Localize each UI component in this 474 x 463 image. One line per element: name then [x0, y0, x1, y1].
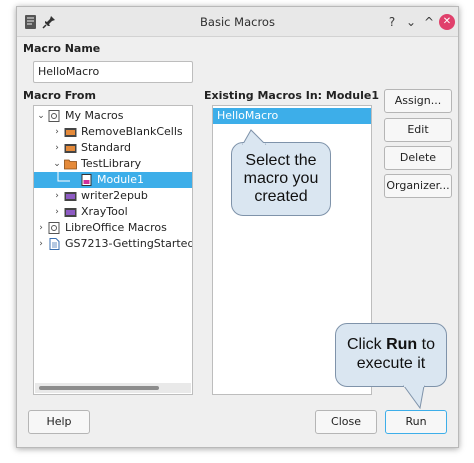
help-button[interactable]: Help — [28, 410, 90, 434]
chevron-right-icon[interactable]: › — [52, 188, 62, 204]
tree-item-module1[interactable]: Module1 — [34, 172, 192, 188]
close-button[interactable]: Close — [315, 410, 377, 434]
tree-item-libreoffice-macros[interactable]: › LibreOffice Macros — [34, 220, 192, 236]
chevron-right-icon[interactable]: › — [52, 140, 62, 156]
assign-button[interactable]: Assign... — [384, 89, 452, 113]
callout-pointer — [242, 129, 267, 145]
chevron-right-icon[interactable]: › — [52, 204, 62, 220]
library-icon — [64, 208, 77, 217]
callout-line: created — [254, 188, 308, 205]
help-icon[interactable]: ? — [384, 14, 400, 30]
existing-macros-label: Existing Macros In: Module1 — [204, 89, 379, 102]
callout-run-bold: Run — [386, 336, 418, 353]
horizontal-scrollbar[interactable] — [35, 383, 191, 393]
library-icon — [64, 128, 77, 137]
tree-item-label: LibreOffice Macros — [65, 221, 167, 234]
chevron-right-icon[interactable]: › — [52, 124, 62, 140]
tree-item-label: GS7213-GettingStartedWith — [65, 237, 192, 250]
chevron-right-icon[interactable]: › — [36, 236, 46, 252]
callout-line: Click Run to — [336, 335, 446, 354]
module-icon — [81, 174, 92, 186]
select-macro-callout: Select the macro you created — [231, 142, 331, 216]
delete-button[interactable]: Delete — [384, 146, 452, 170]
callout-line: execute it — [356, 355, 426, 372]
tree-item-standard[interactable]: › Standard — [34, 140, 192, 156]
tree-item-document[interactable]: › GS7213-GettingStartedWith — [34, 236, 192, 252]
callout-line: macro you — [243, 170, 319, 187]
tree-item-writer2epub[interactable]: › writer2epub — [34, 188, 192, 204]
callout-line: Select the — [245, 152, 317, 169]
run-callout: Click Run to execute it — [335, 323, 447, 387]
macro-from-label: Macro From — [23, 89, 96, 102]
basic-macros-dialog: Basic Macros ? ⌄ ^ ✕ Macro Name HelloMac… — [16, 6, 459, 448]
chevron-right-icon[interactable]: › — [36, 220, 46, 236]
tree-item-label: TestLibrary — [81, 157, 142, 170]
tree-item-label: RemoveBlankCells — [81, 125, 183, 138]
list-item-hellomacro[interactable]: HelloMacro — [217, 108, 367, 124]
tree-connector — [57, 172, 70, 182]
run-button[interactable]: Run — [385, 410, 447, 434]
minimize-icon[interactable]: ⌄ — [403, 14, 419, 30]
tree-item-removeblankcells[interactable]: › RemoveBlankCells — [34, 124, 192, 140]
library-open-icon — [64, 159, 77, 170]
chevron-down-icon[interactable]: ⌄ — [36, 108, 46, 124]
macro-name-input[interactable]: HelloMacro — [33, 61, 193, 83]
tree-item-label: My Macros — [65, 109, 124, 122]
callout-pointer — [403, 385, 425, 409]
callout-text: Click — [346, 336, 387, 353]
tree-item-my-macros[interactable]: ⌄ My Macros — [34, 108, 192, 124]
document-icon — [49, 238, 60, 250]
title-bar: Basic Macros ? ⌄ ^ ✕ — [17, 7, 458, 37]
chevron-down-icon[interactable]: ⌄ — [52, 156, 62, 172]
macro-library-tree[interactable]: ⌄ My Macros › RemoveBlankCells › Standar… — [33, 105, 193, 395]
maximize-icon[interactable]: ^ — [421, 14, 437, 30]
library-icon — [64, 192, 77, 201]
tree-item-label: Standard — [81, 141, 132, 154]
tree-item-testlibrary[interactable]: ⌄ TestLibrary — [34, 156, 192, 172]
library-icon — [64, 144, 77, 153]
organizer-button[interactable]: Organizer... — [384, 174, 452, 198]
tree-item-label: XrayTool — [81, 205, 128, 218]
tree-item-label: Module1 — [97, 173, 144, 186]
tree-item-xraytool[interactable]: › XrayTool — [34, 204, 192, 220]
edit-button[interactable]: Edit — [384, 118, 452, 142]
macro-name-label: Macro Name — [23, 42, 101, 55]
macro-container-icon — [48, 222, 60, 234]
close-icon[interactable]: ✕ — [439, 14, 455, 30]
macro-container-icon — [48, 110, 60, 122]
scrollbar-thumb[interactable] — [39, 386, 159, 390]
callout-text: to — [417, 336, 435, 353]
tree-item-label: writer2epub — [81, 189, 148, 202]
